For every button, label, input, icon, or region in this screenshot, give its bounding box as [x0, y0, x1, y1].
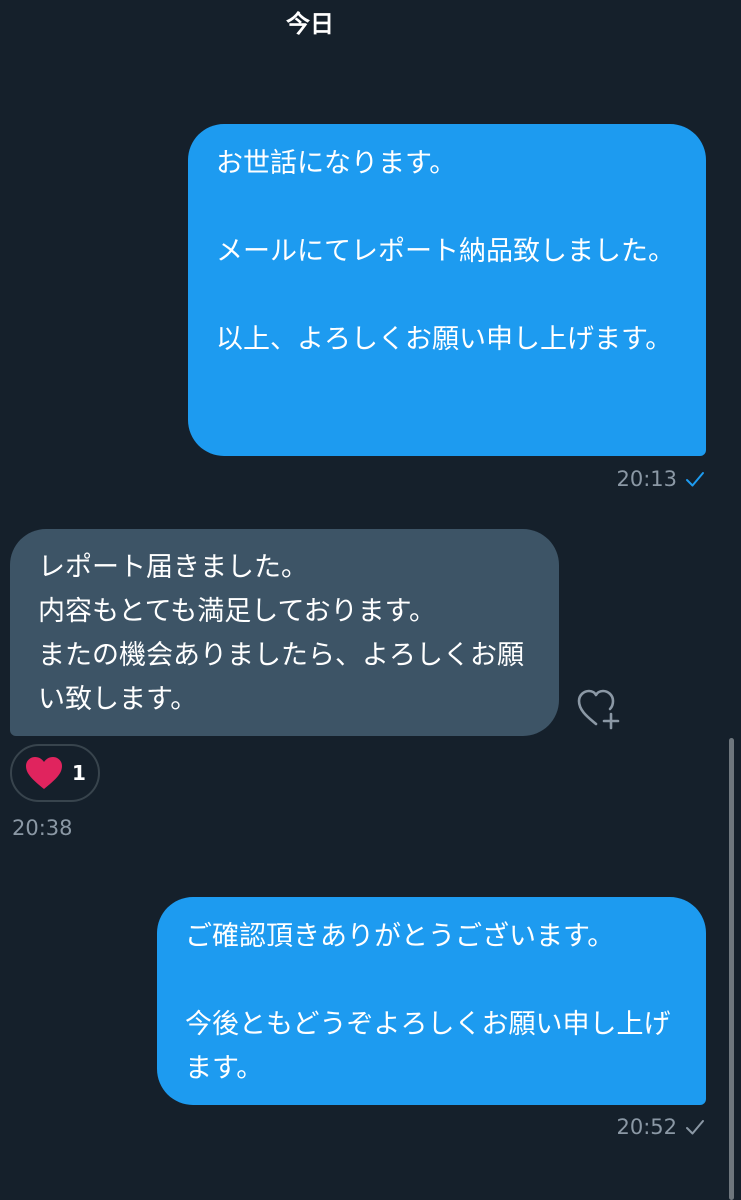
heart-icon [26, 757, 62, 789]
message-timestamp: 20:38 [12, 816, 73, 840]
reaction-count: 1 [72, 761, 86, 785]
sent-checkmark-icon [686, 1120, 704, 1135]
reaction-badge[interactable]: 1 [10, 744, 100, 802]
read-checkmark-icon [686, 472, 704, 487]
message-bubble-sent[interactable]: ご確認頂きありがとうございます。 今後ともどうぞよろしくお願い申し上げます。 [157, 897, 706, 1105]
message-bubble-sent[interactable]: お世話になります。 メールにてレポート納品致しました。 以上、よろしくお願い申し… [188, 124, 706, 456]
add-reaction-button[interactable] [574, 686, 626, 732]
message-meta: 20:13 [616, 465, 705, 493]
date-header: 今日 [286, 10, 334, 38]
scrollbar[interactable] [729, 738, 734, 1200]
message-timestamp: 20:13 [616, 467, 677, 491]
message-meta: 20:38 [12, 814, 73, 842]
heart-plus-icon [577, 689, 620, 730]
dm-conversation-screen: 今日 お世話になります。 メールにてレポート納品致しました。 以上、よろしくお願… [0, 0, 741, 1200]
message-meta: 20:52 [616, 1113, 705, 1141]
message-bubble-received[interactable]: レポート届きました。 内容もとても満足しております。 またの機会ありましたら、よ… [10, 529, 559, 736]
message-timestamp: 20:52 [616, 1115, 677, 1139]
